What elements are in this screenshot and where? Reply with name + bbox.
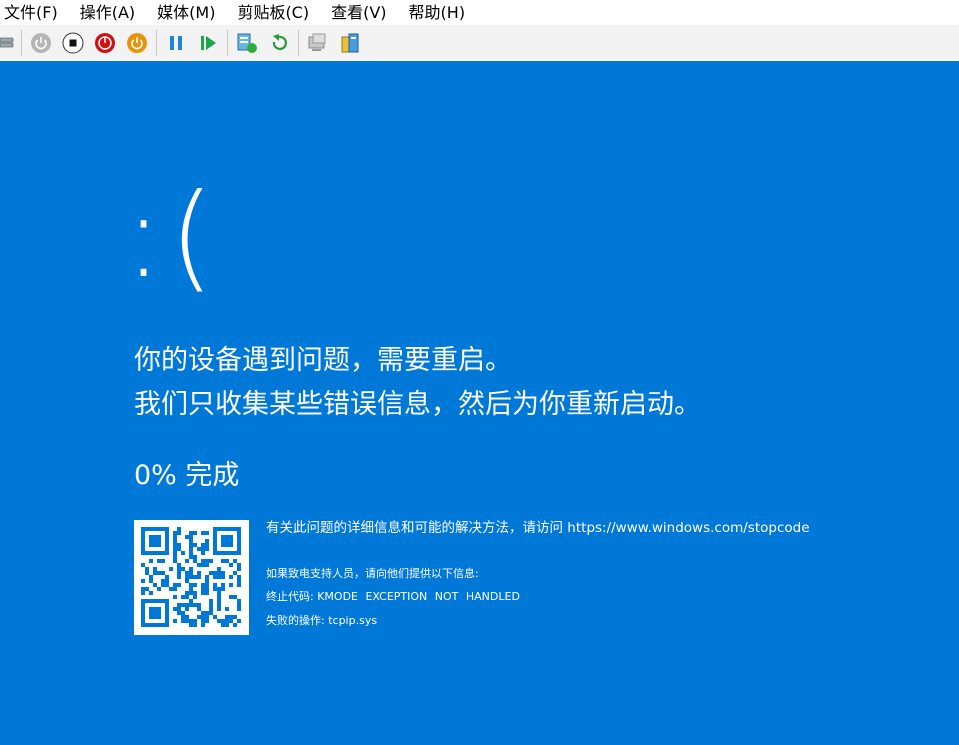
vm-screen-bsod[interactable]: :( 你的设备遇到问题，需要重启。 我们只收集某些错误信息，然后为你重新启动。 … xyxy=(0,61,959,745)
stop-code-line: 终止代码: KMODE EXCEPTION NOT HANDLED xyxy=(266,588,520,604)
menu-file[interactable]: 文件(F) xyxy=(4,0,58,25)
ctrl-alt-del-icon[interactable] xyxy=(0,31,14,55)
menu-view[interactable]: 查看(V) xyxy=(331,0,386,25)
checkpoint-icon[interactable] xyxy=(235,31,259,55)
enhanced-session-icon[interactable] xyxy=(306,31,330,55)
info-prefix: 有关此问题的详细信息和可能的解决方法，请访问 xyxy=(266,520,568,536)
toolbar-separator xyxy=(156,29,157,56)
failed-module: tcpip.sys xyxy=(328,614,378,627)
pause-icon[interactable] xyxy=(164,31,188,55)
qr-code xyxy=(134,520,249,635)
stop-code-value: KMODE EXCEPTION NOT HANDLED xyxy=(317,590,520,603)
menu-media[interactable]: 媒体(M) xyxy=(157,0,215,25)
sad-face: :( xyxy=(124,169,221,304)
bsod-message-line2: 我们只收集某些错误信息，然后为你重新启动。 xyxy=(134,389,701,420)
toolbar-separator xyxy=(298,29,299,56)
failed-label: 失败的操作: xyxy=(266,614,329,627)
toolbar-separator xyxy=(21,29,22,56)
stopcode-url: https://www.windows.com/stopcode xyxy=(567,520,810,536)
shutdown-icon[interactable] xyxy=(93,31,117,55)
toolbar xyxy=(0,25,959,60)
menu-help[interactable]: 帮助(H) xyxy=(409,0,466,25)
menu-bar: 文件(F) 操作(A) 媒体(M) 剪贴板(C) 查看(V) 帮助(H) xyxy=(0,0,959,25)
toolbar-separator xyxy=(227,29,228,56)
stop-code-label: 终止代码: xyxy=(266,590,318,603)
menu-action[interactable]: 操作(A) xyxy=(80,0,135,25)
start-icon[interactable] xyxy=(29,31,53,55)
bsod-message-line1: 你的设备遇到问题，需要重启。 xyxy=(134,345,512,376)
progress-text: 0% 完成 xyxy=(134,460,240,491)
support-text: 如果致电支持人员，请向他们提供以下信息: xyxy=(266,567,479,580)
turn-off-icon[interactable] xyxy=(61,31,85,55)
share-icon[interactable] xyxy=(338,31,362,55)
menu-clipboard[interactable]: 剪贴板(C) xyxy=(237,0,309,25)
save-state-icon[interactable] xyxy=(125,31,149,55)
revert-icon[interactable] xyxy=(267,31,291,55)
resume-icon[interactable] xyxy=(196,31,220,55)
failed-operation-line: 失败的操作: tcpip.sys xyxy=(266,612,377,628)
info-line: 有关此问题的详细信息和可能的解决方法，请访问 https://www.windo… xyxy=(266,516,810,536)
